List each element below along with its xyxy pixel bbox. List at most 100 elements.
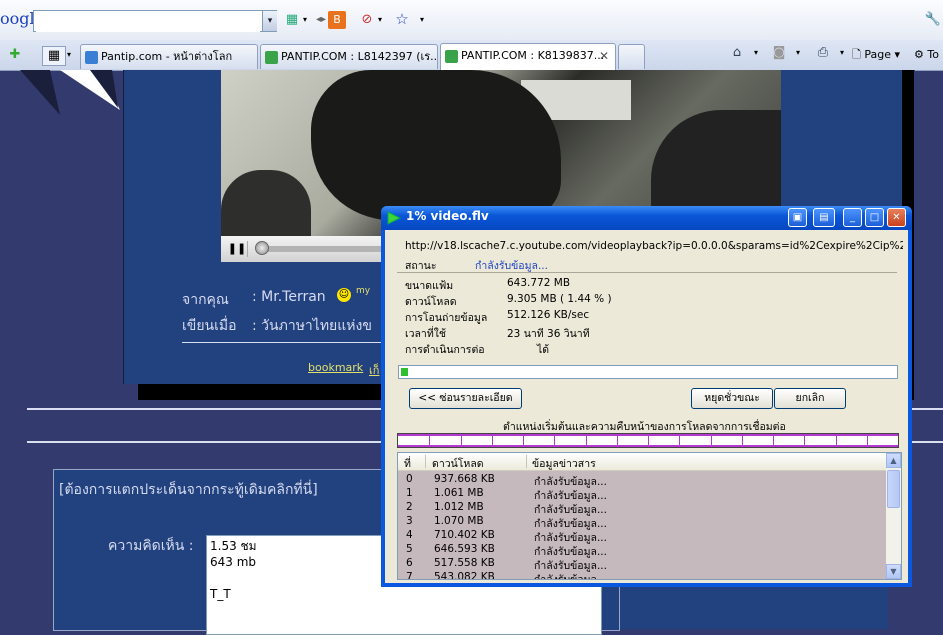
connection-segments-bar	[397, 433, 899, 448]
connection-downloaded: 1.070 MB	[434, 515, 484, 527]
from-label: จากคุณ	[182, 292, 229, 308]
tab-list-chevron-icon[interactable]: ▾	[67, 50, 71, 59]
segment-mark	[586, 434, 587, 447]
table-row[interactable]: 3 1.070 MB กำลังรับข้อมูล...	[398, 515, 886, 530]
bookmark-link[interactable]: bookmark	[308, 361, 363, 374]
resume-value: ได้	[537, 344, 550, 356]
segment-mark	[461, 434, 462, 447]
google-search-box[interactable]	[33, 10, 277, 32]
page-menu[interactable]: 🗋 Page ▾	[852, 44, 900, 66]
written-value: : วันภาษาไทยแห่งข	[252, 318, 372, 334]
connection-number: 0	[406, 473, 413, 485]
connection-number: 4	[406, 529, 413, 541]
file-size-label: ขนาดแฟ้ม	[405, 280, 454, 292]
cancel-download-button[interactable]: ยกเลิก	[774, 388, 846, 409]
table-row[interactable]: 0 937.668 KB กำลังรับข้อมูล...	[398, 473, 886, 488]
chevron-down-icon[interactable]: ▾	[303, 15, 307, 24]
segment-mark	[648, 434, 649, 447]
favorites-add-icon[interactable]: ✚	[6, 46, 24, 64]
tab-pantip-home[interactable]: Pantip.com - หน้าต่างโลก	[80, 44, 258, 69]
time-left-value: 23 นาที 36 วินาที	[507, 328, 590, 340]
search-history-dropdown[interactable]: ▾	[262, 11, 277, 31]
list-scrollbar[interactable]: ▲ ▼	[886, 453, 901, 579]
chevron-down-icon[interactable]: ▾	[378, 15, 382, 24]
download-dialog: 1% video.flv ▣ ▤ _ □ ✕ http://v18.lscach…	[381, 206, 912, 587]
table-row[interactable]: 1 1.061 MB กำลังรับข้อมูล...	[398, 487, 886, 502]
dialog-title-bar[interactable]: 1% video.flv ▣ ▤ _ □ ✕	[381, 206, 912, 230]
decorative-speech-graphic	[20, 70, 120, 115]
list-header: ที่ ดาวน์โหลด ข้อมูลข่าวสาร	[398, 453, 886, 471]
pause-download-button[interactable]: หยุดชั่วขณะ	[691, 388, 773, 409]
connection-number: 5	[406, 543, 413, 555]
download-url: http://v18.lscache7.c.youtube.com/videop…	[405, 240, 903, 252]
downloaded-value: 9.305 MB ( 1.44 % )	[507, 293, 612, 305]
tray-icon[interactable]: ▤	[813, 208, 835, 227]
column-header-number[interactable]: ที่	[404, 455, 411, 472]
download-progress-bar	[398, 365, 898, 379]
popup-blocker-icon[interactable]: ⊘	[358, 11, 376, 29]
tab-label: Pantip.com - หน้าต่างโลก	[101, 50, 233, 63]
connection-number: 3	[406, 515, 413, 527]
tab-pantip-l8142397[interactable]: PANTIP.COM : L8142397 (เร...	[260, 44, 438, 69]
tools-menu[interactable]: ⚙ To	[914, 44, 939, 66]
pause-button[interactable]: ❚❚	[227, 241, 248, 257]
tab-pantip-k8139837[interactable]: PANTIP.COM : K8139837... ✕	[440, 43, 616, 70]
print-icon[interactable]: ⎙	[814, 44, 832, 62]
segment-mark	[429, 434, 430, 447]
google-apps-icon[interactable]: ▦	[283, 11, 301, 29]
comment-line: T_T	[210, 587, 231, 601]
google-toolbar: oogle ▾ ▦ ▾ ◂▸ B ⊘ ▾ ☆ ▾ 🔧	[0, 0, 943, 41]
table-row[interactable]: 7 543.082 KB กำลังรับข้อมูล...	[398, 571, 886, 580]
connections-list[interactable]: ที่ ดาวน์โหลด ข้อมูลข่าวสาร 0 937.668 KB ก…	[397, 452, 902, 580]
connection-number: 2	[406, 501, 413, 513]
connection-downloaded: 937.668 KB	[434, 473, 495, 485]
connection-number: 1	[406, 487, 413, 499]
download-manager-icon	[387, 211, 402, 225]
maximize-button[interactable]: □	[865, 208, 884, 227]
wrench-icon[interactable]: 🔧	[924, 11, 942, 29]
downloaded-label: ดาวน์โหลด	[405, 296, 457, 308]
scroll-down-icon[interactable]: ▼	[886, 564, 901, 579]
gear-icon: ⚙	[914, 48, 924, 61]
column-header-info[interactable]: ข้อมูลข่าวสาร	[532, 455, 596, 472]
connection-info: กำลังรับข้อมูล...	[534, 574, 607, 580]
chevron-down-icon[interactable]: ▾	[754, 48, 758, 57]
cactus-icon	[265, 50, 278, 64]
seek-handle[interactable]	[255, 241, 269, 255]
column-header-downloaded[interactable]: ดาวน์โหลด	[432, 455, 484, 472]
close-button[interactable]: ✕	[887, 208, 906, 227]
scroll-thumb[interactable]	[887, 470, 900, 508]
hide-details-button[interactable]: << ซ่อนรายละเอียด	[409, 388, 522, 409]
chevron-down-icon[interactable]: ▾	[420, 15, 424, 24]
segment-mark	[492, 434, 493, 447]
connection-downloaded: 710.402 KB	[434, 529, 495, 541]
connection-downloaded: 1.012 MB	[434, 501, 484, 513]
new-tab-button[interactable]	[618, 44, 645, 69]
divider	[182, 342, 382, 343]
chevron-down-icon[interactable]: ▾	[796, 48, 800, 57]
table-row[interactable]: 2 1.012 MB กำลังรับข้อมูล...	[398, 501, 886, 516]
feeds-icon[interactable]: ◙	[770, 44, 788, 62]
table-row[interactable]: 4 710.402 KB กำลังรับข้อมูล...	[398, 529, 886, 544]
progress-fill	[401, 368, 408, 376]
home-icon[interactable]: ⌂	[728, 44, 746, 62]
google-search-input[interactable]	[36, 12, 260, 32]
close-tab-icon[interactable]: ✕	[599, 44, 609, 68]
cactus-icon	[445, 49, 458, 63]
table-row[interactable]: 5 646.593 KB กำลังรับข้อมูล...	[398, 543, 886, 558]
chevron-down-icon[interactable]: ▾	[840, 48, 844, 57]
time-left-label: เวลาที่ใช้	[405, 328, 446, 340]
segment-mark	[773, 434, 774, 447]
blogger-icon[interactable]: B	[328, 11, 346, 29]
tab-label: PANTIP.COM : L8142397 (เร...	[281, 50, 438, 63]
save-link[interactable]: เก็	[369, 361, 379, 379]
connection-downloaded: 1.061 MB	[434, 487, 484, 499]
quick-tabs-icon[interactable]: ▦	[42, 46, 66, 66]
fork-thread-link[interactable]: [ต้องการแตกประเด็นจากกระทู้เดิมคลิกที่นี…	[59, 479, 318, 501]
star-bookmark-icon[interactable]: ☆	[393, 10, 411, 28]
minimize-button[interactable]: _	[843, 208, 862, 227]
ie-icon	[85, 50, 98, 64]
restore-down-icon[interactable]: ▣	[788, 208, 807, 227]
table-row[interactable]: 6 517.558 KB กำลังรับข้อมูล...	[398, 557, 886, 572]
scroll-up-icon[interactable]: ▲	[886, 453, 901, 468]
